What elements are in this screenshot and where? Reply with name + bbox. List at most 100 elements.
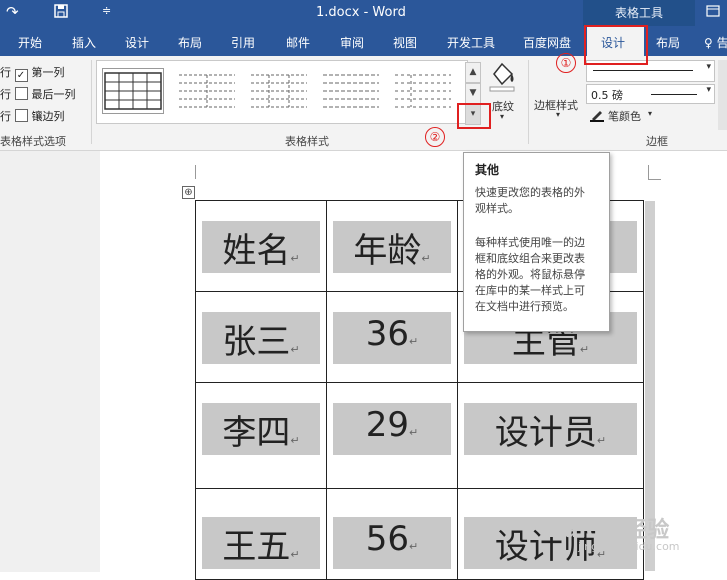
option-banded-columns[interactable]: 行 镶边列 bbox=[0, 108, 65, 124]
cell-text: 王五 bbox=[222, 527, 291, 567]
option-row-prefix: 行 bbox=[0, 110, 11, 123]
margin-corner-mark bbox=[648, 165, 661, 180]
baidu-watermark-url: jingyan.baidu.com bbox=[578, 540, 680, 553]
tooltip-text: 框和底纹组合来更改表 bbox=[475, 252, 585, 265]
border-styles-button[interactable]: 边框样式 ▾ bbox=[534, 94, 578, 119]
table-cell[interactable]: 36↵ bbox=[326, 291, 458, 383]
customize-icon[interactable]: ≑ bbox=[102, 4, 111, 17]
line-weight-preview bbox=[651, 94, 697, 95]
tab-layout[interactable]: 布局 bbox=[178, 34, 202, 51]
tab-review[interactable]: 审阅 bbox=[340, 34, 364, 51]
paragraph-mark-icon: ↵ bbox=[409, 335, 419, 348]
option-label: 镶边列 bbox=[31, 110, 65, 123]
tab-table-layout[interactable]: 布局 bbox=[656, 34, 680, 51]
table-cell[interactable]: 29↵ bbox=[326, 382, 458, 489]
table-cell[interactable]: 张三↵ bbox=[195, 291, 327, 383]
tooltip-text: 观样式。 bbox=[475, 202, 519, 215]
table-style-dashed-2[interactable] bbox=[249, 69, 309, 113]
table-cell[interactable]: 李四↵ bbox=[195, 382, 327, 489]
paint-bucket-icon bbox=[489, 62, 515, 92]
context-group-table-tools: 表格工具 bbox=[583, 0, 695, 26]
paragraph-mark-icon: ↵ bbox=[290, 434, 300, 447]
tab-insert[interactable]: 插入 bbox=[72, 34, 96, 51]
restore-icon[interactable] bbox=[706, 3, 720, 17]
gallery-scroll-down[interactable]: ▼ bbox=[465, 83, 481, 104]
save-icon[interactable] bbox=[54, 3, 68, 18]
tab-mailings[interactable]: 邮件 bbox=[286, 34, 310, 51]
ribbon-panel: 行 ✓ 第一列 行 最后一列 行 镶边列 表格样式选项 ▲ ▼ ▾ 表格样式 底… bbox=[0, 56, 727, 151]
tooltip-text: 在库中的某一样式上可 bbox=[475, 284, 585, 297]
gallery-scroll-up[interactable]: ▲ bbox=[465, 62, 481, 83]
tooltip-text: 在文档中进行预览。 bbox=[475, 300, 574, 313]
chevron-down-icon: ▾ bbox=[706, 62, 711, 72]
group-label-table-styles: 表格样式 bbox=[285, 135, 329, 148]
table-row: 李四↵ 29↵ 设计员↵ bbox=[195, 382, 644, 489]
option-last-column[interactable]: 行 最后一列 bbox=[0, 86, 76, 102]
table-move-handle-icon[interactable]: ⊕ bbox=[182, 186, 195, 199]
checkbox-checked-icon[interactable]: ✓ bbox=[14, 69, 28, 82]
paragraph-mark-icon: ↵ bbox=[290, 343, 300, 356]
redo-icon[interactable]: ↷ bbox=[6, 3, 19, 21]
tell-me-search[interactable]: ♀ 告 bbox=[704, 34, 727, 51]
border-painter-button[interactable] bbox=[718, 60, 727, 130]
tab-view[interactable]: 视图 bbox=[393, 34, 417, 51]
table-cell[interactable]: 王五↵ bbox=[195, 488, 327, 580]
tab-developer[interactable]: 开发工具 bbox=[447, 34, 495, 51]
option-row-prefix: 行 bbox=[0, 88, 11, 101]
margin-corner-mark bbox=[195, 165, 196, 179]
cell-text: 李四 bbox=[222, 413, 291, 453]
table-style-plain-1[interactable] bbox=[321, 69, 381, 113]
annotation-number-one: ① bbox=[556, 53, 576, 73]
cell-text: 张三 bbox=[222, 322, 291, 362]
window-title: 1.docx - Word bbox=[316, 5, 406, 20]
cell-text: 设计员 bbox=[494, 413, 597, 453]
option-label: 第一列 bbox=[31, 66, 65, 79]
tab-baidu-netdisk[interactable]: 百度网盘 bbox=[523, 34, 571, 51]
tab-design[interactable]: 设计 bbox=[125, 34, 149, 51]
title-bar: ↷ ≑ 1.docx - Word 表格工具 bbox=[0, 0, 727, 26]
table-cell[interactable]: 56↵ bbox=[326, 488, 458, 580]
tooltip-text: 格的外观。将鼠标悬停 bbox=[475, 268, 585, 281]
tooltip-title: 其他 bbox=[475, 163, 500, 177]
table-cell[interactable]: 年龄↵ bbox=[326, 200, 458, 292]
paragraph-mark-icon: ↵ bbox=[290, 548, 300, 561]
paragraph-mark-icon: ↵ bbox=[409, 540, 419, 553]
cell-text: 29 bbox=[365, 405, 410, 445]
table-cell[interactable]: 设计员↵ bbox=[457, 382, 644, 489]
tooltip-text: 每种样式使用唯一的边 bbox=[475, 236, 585, 249]
chevron-down-icon: ▾ bbox=[706, 85, 711, 95]
option-first-column[interactable]: 行 ✓ 第一列 bbox=[0, 64, 65, 82]
cell-text: 36 bbox=[365, 314, 410, 354]
line-weight-dropdown[interactable]: 0.5 磅 ▾ bbox=[586, 84, 715, 104]
annotation-box-more-button bbox=[457, 103, 491, 129]
cell-text: 年龄 bbox=[353, 231, 422, 271]
tab-references[interactable]: 引用 bbox=[231, 34, 255, 51]
navigation-margin bbox=[0, 151, 101, 572]
group-separator bbox=[528, 60, 529, 144]
tooltip-text: 快速更改您的表格的外 bbox=[475, 186, 585, 199]
option-row-prefix: 行 bbox=[0, 66, 11, 79]
annotation-number-two: ② bbox=[425, 127, 445, 147]
table-styles-gallery[interactable] bbox=[96, 60, 468, 124]
annotation-box-design-tab bbox=[584, 25, 648, 65]
chevron-down-icon: ▾ bbox=[648, 109, 653, 118]
paragraph-mark-icon: ↵ bbox=[290, 252, 300, 265]
more-styles-tooltip: 其他 快速更改您的表格的外 观样式。 每种样式使用唯一的边 框和底纹组合来更改表… bbox=[463, 152, 610, 332]
table-cell[interactable]: 姓名↵ bbox=[195, 200, 327, 292]
table-style-dashed-1[interactable] bbox=[177, 69, 237, 113]
paragraph-mark-icon: ↵ bbox=[409, 426, 419, 439]
paragraph-mark-icon: ↵ bbox=[421, 252, 431, 265]
table-style-plain-2[interactable] bbox=[393, 69, 453, 113]
table-style-grid[interactable] bbox=[102, 68, 164, 114]
group-label-borders: 边框 bbox=[646, 135, 668, 148]
group-separator bbox=[91, 60, 92, 144]
tab-home[interactable]: 开始 bbox=[18, 34, 42, 51]
line-weight-value: 0.5 磅 bbox=[591, 89, 623, 102]
checkbox-empty-icon[interactable] bbox=[14, 87, 28, 100]
line-style-preview bbox=[593, 70, 693, 71]
chevron-down-icon: ▾ bbox=[556, 110, 561, 119]
option-label: 最后一列 bbox=[31, 88, 76, 101]
pen-color-label: 笔颜色 bbox=[608, 110, 641, 123]
checkbox-empty-icon[interactable] bbox=[14, 109, 28, 122]
cell-text: 56 bbox=[365, 519, 410, 559]
